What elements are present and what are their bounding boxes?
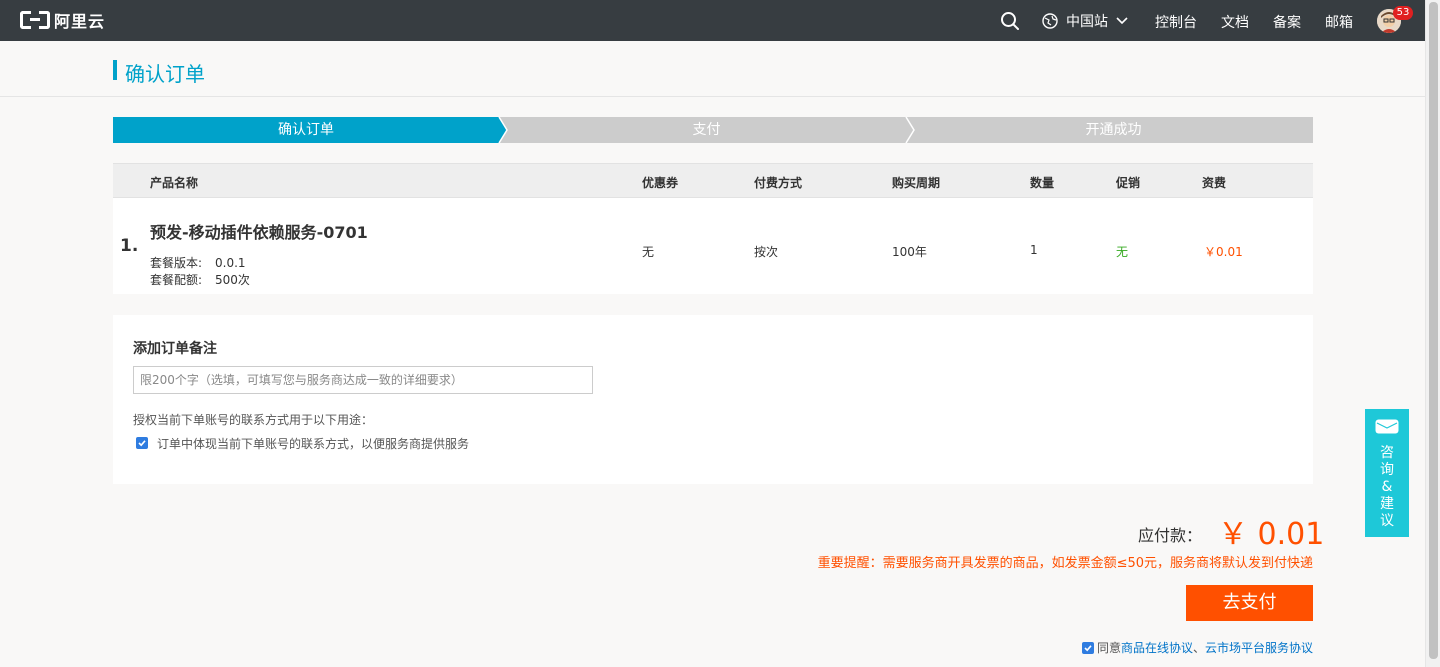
- aliyun-logo-icon: [20, 11, 50, 29]
- price-value: ￥0.01: [1204, 245, 1243, 259]
- col-coupon: 优惠券: [642, 176, 679, 190]
- agreement-row: 同意 商品在线协议 、 云市场平台服务协议: [1081, 639, 1313, 656]
- table-header: 产品名称 优惠券 付费方式 购买周期 数量 促销 资费: [113, 163, 1313, 198]
- order-table: 产品名称 优惠券 付费方式 购买周期 数量 促销 资费 1. 预发-移动插件依赖…: [113, 163, 1313, 294]
- product-name: 预发-移动插件依赖服务-0701: [150, 223, 368, 242]
- divider: [0, 96, 1425, 97]
- consult-suggest-button[interactable]: 咨 询 & 建 议: [1365, 409, 1409, 537]
- aliyun-logo[interactable]: 阿里云: [20, 9, 105, 31]
- region-selector[interactable]: 中国站: [1042, 11, 1128, 31]
- promotion-value: 无: [1116, 245, 1129, 259]
- agree-prefix: 同意: [1096, 641, 1121, 655]
- title-accent-bar: [113, 60, 117, 80]
- nav-console[interactable]: 控制台: [1155, 12, 1197, 32]
- step-pay: 支付: [692, 122, 721, 138]
- chat-icon: [1375, 419, 1399, 434]
- col-pay-method: 付费方式: [754, 176, 803, 190]
- chevron-down-icon: [1116, 17, 1128, 25]
- col-product-name: 产品名称: [150, 176, 199, 190]
- package-quota: 套餐配额: 500次: [150, 273, 250, 287]
- package-version: 套餐版本: 0.0.1: [150, 256, 246, 270]
- nav-docs[interactable]: 文档: [1221, 12, 1249, 32]
- step-activated: 开通成功: [1085, 122, 1142, 138]
- pay-button[interactable]: 去支付: [1186, 585, 1313, 621]
- col-promotion: 促销: [1116, 176, 1141, 190]
- order-note-input[interactable]: [133, 366, 593, 394]
- scrollbar-thumb[interactable]: [1429, 2, 1438, 659]
- order-progress-steps: 确认订单 支付 开通成功: [113, 117, 1313, 143]
- amount-due-label: 应付款：: [1138, 526, 1203, 545]
- agree-separator: 、: [1192, 641, 1205, 655]
- col-period: 购买周期: [892, 176, 941, 190]
- platform-agreement-link[interactable]: 云市场平台服务协议: [1205, 639, 1313, 656]
- region-label: 中国站: [1066, 14, 1108, 30]
- notification-badge: 53: [1393, 6, 1413, 20]
- top-navigation-bar: 阿里云 中国站 控制台 文档 备案 邮箱 53: [0, 0, 1425, 41]
- invoice-reminder: 重要提醒：需要服务商开具发票的商品，如发票金额≤50元，服务商将默认发到付快递: [817, 556, 1313, 571]
- page-title: 确认订单: [125, 62, 205, 86]
- contact-authorization-checkbox[interactable]: [136, 437, 148, 449]
- row-index: 1.: [120, 236, 139, 256]
- nav-filing[interactable]: 备案: [1273, 12, 1301, 32]
- vertical-scrollbar[interactable]: [1425, 0, 1440, 667]
- product-agreement-link[interactable]: 商品在线协议: [1121, 639, 1193, 656]
- table-row: 1. 预发-移动插件依赖服务-0701 套餐版本: 0.0.1 套餐配额: 500次…: [113, 198, 1313, 294]
- pay-method-value: 按次: [754, 245, 779, 259]
- consult-text: 咨 询 & 建 议: [1380, 445, 1394, 529]
- order-notes-panel: 添加订单备注 授权当前下单账号的联系方式用于以下用途： 订单中体现当前下单账号的…: [113, 315, 1313, 484]
- notes-title: 添加订单备注: [133, 341, 217, 357]
- amount-due-value: ￥ 0.01: [1218, 517, 1325, 552]
- globe-icon: [1042, 13, 1058, 29]
- agreement-checkbox[interactable]: [1081, 641, 1094, 654]
- authorization-checkbox-label[interactable]: 订单中体现当前下单账号的联系方式，以便服务商提供服务: [157, 435, 469, 452]
- logo-text: 阿里云: [54, 12, 106, 31]
- nav-mailbox[interactable]: 邮箱: [1325, 12, 1353, 32]
- coupon-value: 无: [642, 245, 655, 259]
- step-confirm-order: 确认订单: [278, 122, 334, 138]
- col-quantity: 数量: [1030, 176, 1055, 190]
- col-price: 资费: [1202, 176, 1227, 190]
- authorization-text: 授权当前下单账号的联系方式用于以下用途：: [133, 413, 374, 427]
- search-icon[interactable]: [1000, 11, 1020, 31]
- quantity-value: 1: [1030, 243, 1038, 257]
- period-value: 100年: [892, 245, 927, 259]
